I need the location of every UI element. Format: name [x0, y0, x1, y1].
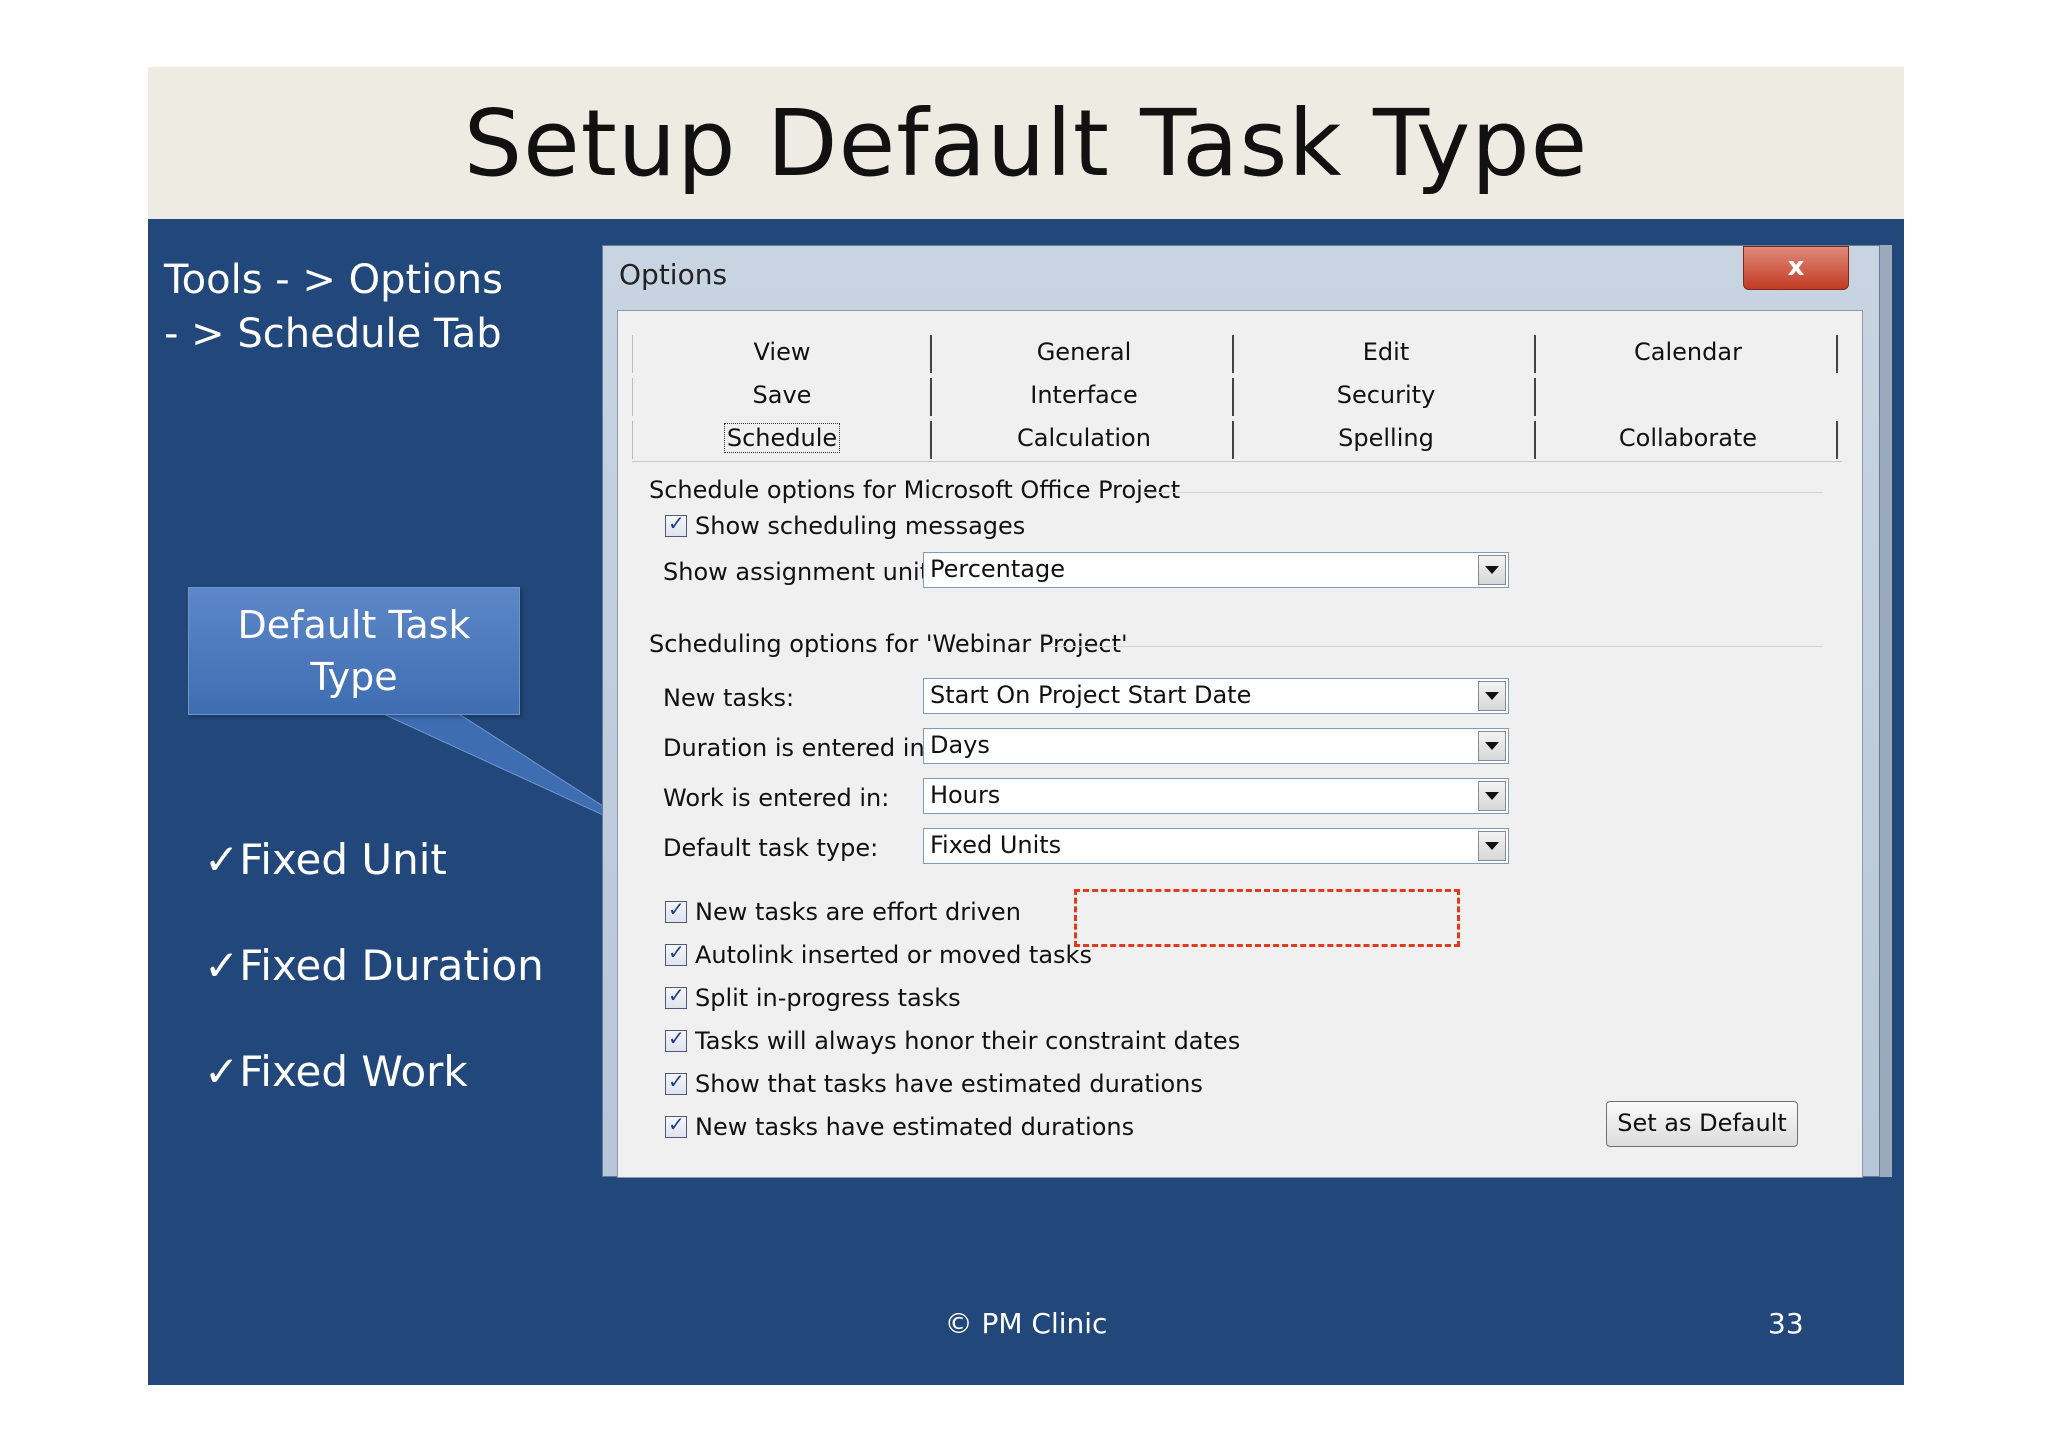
- checkbox-show-scheduling-messages[interactable]: [665, 511, 687, 537]
- checkbox-row-autolink[interactable]: Autolink inserted or moved tasks: [665, 939, 1092, 971]
- group-divider-2: [1043, 646, 1823, 647]
- tab-row-2: Save Interface Security: [632, 374, 1842, 417]
- footer-copyright: © PM Clinic: [944, 1307, 1108, 1340]
- checkbox-row-show-estimated[interactable]: Show that tasks have estimated durations: [665, 1068, 1203, 1100]
- select-value: Days: [930, 731, 990, 759]
- page-number: 33: [1768, 1307, 1804, 1340]
- tab-row-3: Schedule Calculation Spelling Collaborat…: [632, 417, 1842, 460]
- nav-line-1: Tools - > Options: [164, 257, 503, 303]
- checkbox-label: Show that tasks have estimated durations: [695, 1070, 1203, 1098]
- callout-line-2: Type: [310, 655, 398, 699]
- group-divider-1: [1143, 492, 1823, 493]
- work-select[interactable]: Hours: [923, 778, 1509, 814]
- select-value: Fixed Units: [930, 831, 1062, 859]
- title-bar: Setup Default Task Type: [148, 67, 1904, 219]
- task-type-highlight: [1074, 889, 1460, 947]
- chevron-down-icon[interactable]: [1478, 555, 1506, 585]
- navigation-path: Tools - > Options - > Schedule Tab: [164, 253, 564, 361]
- tab-edit[interactable]: Edit: [1236, 331, 1536, 374]
- nav-line-2: - > Schedule Tab: [164, 311, 502, 357]
- tab-strip: View General Edit Calendar Save Interfac…: [632, 331, 1842, 460]
- list-item-fixed-unit: ✓Fixed Unit: [204, 835, 447, 884]
- checkbox-row-new-estimated[interactable]: New tasks have estimated durations: [665, 1111, 1134, 1143]
- checkbox-constraint[interactable]: [665, 1026, 687, 1052]
- close-icon: x: [1787, 252, 1805, 282]
- chevron-down-icon[interactable]: [1478, 681, 1506, 711]
- dialog-title: Options: [619, 258, 728, 291]
- tab-schedule[interactable]: Schedule: [632, 417, 932, 460]
- tab-calendar[interactable]: Calendar: [1538, 331, 1838, 374]
- task-type-list: ✓Fixed Unit ✓Fixed Duration ✓Fixed Work: [204, 807, 544, 1125]
- project-options-group-label: Scheduling options for 'Webinar Project': [649, 630, 1128, 658]
- checkbox-row-split[interactable]: Split in-progress tasks: [665, 982, 961, 1014]
- work-label: Work is entered in:: [663, 784, 890, 812]
- checkbox-effort-driven[interactable]: [665, 897, 687, 923]
- list-item-fixed-work: ✓Fixed Work: [204, 1047, 468, 1096]
- checkbox-label: New tasks are effort driven: [695, 898, 1021, 926]
- checkbox-show-estimated[interactable]: [665, 1069, 687, 1095]
- assignment-units-select[interactable]: Percentage: [923, 552, 1509, 588]
- checkbox-label: Autolink inserted or moved tasks: [695, 941, 1092, 969]
- new-tasks-label: New tasks:: [663, 684, 795, 712]
- options-dialog: Options x View General Edit Calendar Sav…: [602, 245, 1880, 1178]
- checkbox-row-constraint[interactable]: Tasks will always honor their constraint…: [665, 1025, 1240, 1057]
- tab-spelling[interactable]: Spelling: [1236, 417, 1536, 460]
- tab-general[interactable]: General: [934, 331, 1234, 374]
- checkbox-new-estimated[interactable]: [665, 1112, 687, 1138]
- schedule-options-group-label: Schedule options for Microsoft Office Pr…: [649, 476, 1181, 504]
- tab-interface[interactable]: Interface: [934, 374, 1234, 417]
- tab-row-1: View General Edit Calendar: [632, 331, 1842, 374]
- checkbox-row-effort-driven[interactable]: New tasks are effort driven: [665, 896, 1021, 928]
- tab-security[interactable]: Security: [1236, 374, 1536, 417]
- checkbox-label: Split in-progress tasks: [695, 984, 961, 1012]
- duration-label: Duration is entered in:: [663, 734, 933, 762]
- list-item-fixed-duration: ✓Fixed Duration: [204, 941, 544, 990]
- slide: Setup Default Task Type Tools - > Option…: [148, 67, 1904, 1385]
- chevron-down-icon[interactable]: [1478, 781, 1506, 811]
- duration-select[interactable]: Days: [923, 728, 1509, 764]
- show-scheduling-messages-row[interactable]: Show scheduling messages: [665, 510, 1025, 542]
- callout-line-1: Default Task: [237, 603, 471, 647]
- tab-save[interactable]: Save: [632, 374, 932, 417]
- set-as-default-button[interactable]: Set as Default: [1606, 1101, 1798, 1147]
- tab-view[interactable]: View: [632, 331, 932, 374]
- chevron-down-icon[interactable]: [1478, 731, 1506, 761]
- default-task-type-select[interactable]: Fixed Units: [923, 828, 1509, 864]
- tab-calculation[interactable]: Calculation: [934, 417, 1234, 460]
- checkbox-autolink[interactable]: [665, 940, 687, 966]
- scrollbar[interactable]: [1880, 245, 1892, 1177]
- checkbox-split[interactable]: [665, 983, 687, 1009]
- tab-divider: [632, 461, 1842, 462]
- select-value: Percentage: [930, 555, 1066, 583]
- slide-title: Setup Default Task Type: [463, 89, 1589, 197]
- close-button[interactable]: x: [1743, 246, 1849, 290]
- default-task-type-callout: Default Task Type: [188, 587, 520, 715]
- select-value: Start On Project Start Date: [930, 681, 1252, 709]
- checkbox-label: Show scheduling messages: [695, 512, 1026, 540]
- select-value: Hours: [930, 781, 1001, 809]
- checkbox-label: New tasks have estimated durations: [695, 1113, 1135, 1141]
- new-tasks-select[interactable]: Start On Project Start Date: [923, 678, 1509, 714]
- chevron-down-icon[interactable]: [1478, 831, 1506, 861]
- checkbox-label: Tasks will always honor their constraint…: [695, 1027, 1241, 1055]
- task-type-label: Default task type:: [663, 834, 879, 862]
- tab-collaborate[interactable]: Collaborate: [1538, 417, 1838, 460]
